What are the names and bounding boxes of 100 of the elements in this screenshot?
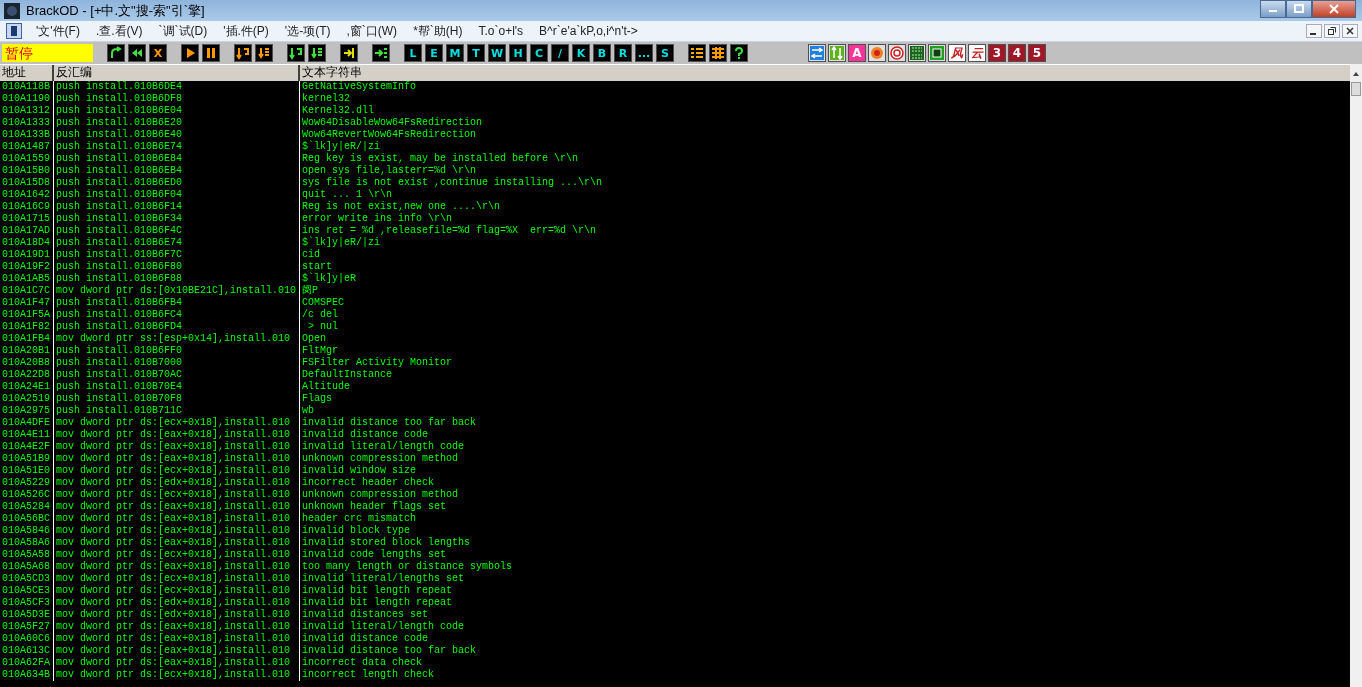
close-button[interactable] bbox=[1342, 24, 1358, 38]
address-cell: 010A22D8 bbox=[0, 369, 54, 381]
disassembly-cell: mov dword ptr ds:[ecx+0x18],install.010 bbox=[54, 489, 300, 501]
rewind-button[interactable] bbox=[128, 44, 146, 62]
toolbar-button[interactable]: E bbox=[425, 44, 443, 62]
menu-item[interactable]: T.o`o+l's bbox=[470, 24, 532, 38]
column-header[interactable]: 反汇编 bbox=[54, 65, 300, 81]
maximize-button[interactable] bbox=[1286, 0, 1312, 18]
target-button[interactable] bbox=[888, 44, 906, 62]
scrollbar[interactable] bbox=[1350, 64, 1362, 687]
address-cell: 010A51B9 bbox=[0, 453, 54, 465]
restore-button[interactable] bbox=[1324, 24, 1340, 38]
menu-item[interactable]: '选-项(T) bbox=[276, 22, 339, 40]
disassembly-cell: push install.010B6F80 bbox=[54, 261, 300, 273]
address-cell: 010A5A58 bbox=[0, 549, 54, 561]
toolbar-button[interactable]: X bbox=[149, 44, 167, 62]
toolbar-button[interactable]: T bbox=[467, 44, 485, 62]
return-arrow-button[interactable] bbox=[340, 44, 358, 62]
toolbar-button[interactable]: H bbox=[509, 44, 527, 62]
address-cell: 010A5CE3 bbox=[0, 585, 54, 597]
address-cell: 010A60C6 bbox=[0, 633, 54, 645]
close-button[interactable] bbox=[1312, 0, 1356, 18]
step-arrow-icon bbox=[289, 46, 303, 60]
address-cell: 010A4E11 bbox=[0, 429, 54, 441]
curved-arrow-button[interactable] bbox=[107, 44, 125, 62]
string-cell-text: Reg key is exist, may be installed before \r\n bbox=[301, 153, 580, 165]
menu-item[interactable]: *帮`助(H) bbox=[405, 22, 471, 40]
restore-icon bbox=[1328, 27, 1336, 35]
toolbar-button[interactable]: 3 bbox=[988, 44, 1006, 62]
scrollbar-thumb[interactable] bbox=[1351, 82, 1361, 96]
toolbar-button[interactable]: 云 bbox=[968, 44, 986, 62]
disassembly-cell: mov dword ptr ds:[edx+0x18],install.010 bbox=[54, 597, 300, 609]
step-arrow-icon bbox=[257, 46, 271, 60]
toolbar-button[interactable]: B bbox=[593, 44, 611, 62]
up-down-arrows-button[interactable] bbox=[828, 44, 846, 62]
toolbar-button[interactable]: C bbox=[530, 44, 548, 62]
binary-icon bbox=[910, 46, 924, 60]
string-cell-text: unknown compression method bbox=[301, 453, 460, 465]
binary-button[interactable] bbox=[908, 44, 926, 62]
string-cell-text: Flags bbox=[301, 393, 333, 405]
toolbar-button[interactable]: ... bbox=[635, 44, 653, 62]
menu-item[interactable]: '文'件(F) bbox=[28, 22, 88, 40]
column-header[interactable]: 文本字符串 bbox=[300, 65, 1350, 81]
step-arrow-button[interactable] bbox=[234, 44, 252, 62]
address-cell: 010A1190 bbox=[0, 93, 54, 105]
string-cell-text: unknown compression method bbox=[301, 489, 460, 501]
string-cell-text: incorrect header check bbox=[301, 477, 436, 489]
disassembly-cell: mov dword ptr ds:[eax+0x18],install.010 bbox=[54, 657, 300, 669]
step-arrow-button[interactable] bbox=[255, 44, 273, 62]
menu-item[interactable]: '插.件(P) bbox=[215, 22, 277, 40]
column-header[interactable]: 地址 bbox=[0, 65, 54, 81]
record-button[interactable] bbox=[868, 44, 886, 62]
disassembly-cell: mov dword ptr ds:[eax+0x18],install.010 bbox=[54, 525, 300, 537]
step-arrow-icon bbox=[310, 46, 324, 60]
step-arrow-button[interactable] bbox=[308, 44, 326, 62]
toolbar-button[interactable]: W bbox=[488, 44, 506, 62]
disassembly-cell: mov dword ptr ds:[eax+0x18],install.010 bbox=[54, 501, 300, 513]
close-icon bbox=[1346, 27, 1354, 35]
menu-item[interactable]: `调`试(D) bbox=[150, 22, 216, 40]
toolbar-button[interactable]: L bbox=[404, 44, 422, 62]
target-icon bbox=[890, 46, 904, 60]
address-cell: 010A19D1 bbox=[0, 249, 54, 261]
address-cell: 010A118B bbox=[0, 81, 54, 93]
string-cell-text: Reg is not exist,new one ....\r\n bbox=[301, 201, 502, 213]
toolbar-button[interactable]: 4 bbox=[1008, 44, 1026, 62]
minimize-button[interactable] bbox=[1306, 24, 1322, 38]
chip-button[interactable] bbox=[928, 44, 946, 62]
toolbar-button[interactable]: K bbox=[572, 44, 590, 62]
toolbar-button[interactable]: R bbox=[614, 44, 632, 62]
grid-button[interactable] bbox=[709, 44, 727, 62]
help-button[interactable] bbox=[730, 44, 748, 62]
disassembly-cell: mov dword ptr ds:[eax+0x18],install.010 bbox=[54, 513, 300, 525]
string-cell-text: cid bbox=[301, 249, 321, 261]
toolbar-button[interactable]: / bbox=[551, 44, 569, 62]
address-cell: 010A2519 bbox=[0, 393, 54, 405]
arrow-right-button[interactable] bbox=[372, 44, 390, 62]
pause-button[interactable] bbox=[202, 44, 220, 62]
menu-item[interactable]: .查.看(V) bbox=[87, 22, 151, 40]
step-arrow-button[interactable] bbox=[287, 44, 305, 62]
toolbar-button[interactable]: M bbox=[446, 44, 464, 62]
disassembly-cell: push install.010B6F34 bbox=[54, 213, 300, 225]
return-arrow-icon bbox=[342, 46, 356, 60]
list-button[interactable] bbox=[688, 44, 706, 62]
toolbar-button[interactable]: 风 bbox=[948, 44, 966, 62]
disassembly-cell: mov dword ptr ds:[ecx+0x18],install.010 bbox=[54, 417, 300, 429]
disassembly-cell: push install.010B6F14 bbox=[54, 201, 300, 213]
toolbar-button[interactable]: 5 bbox=[1028, 44, 1046, 62]
toolbar-button[interactable]: S bbox=[656, 44, 674, 62]
string-cell-text: open sys file,lasterr=%d \r\n bbox=[301, 165, 478, 177]
disassembly-cell: mov dword ptr ds:[ecx+0x18],install.010 bbox=[54, 549, 300, 561]
address-cell: 010A20B8 bbox=[0, 357, 54, 369]
curved-arrow-icon bbox=[109, 46, 123, 60]
menu-item[interactable]: ,窗`口(W) bbox=[338, 22, 406, 40]
play-button[interactable] bbox=[181, 44, 199, 62]
swap-arrows-button[interactable] bbox=[808, 44, 826, 62]
string-cell-text: DefaultInstance bbox=[301, 369, 393, 381]
minimize-button[interactable] bbox=[1260, 0, 1286, 18]
swap-arrows-icon bbox=[810, 46, 824, 60]
string-cell-text: GetNativeSystemInfo bbox=[301, 81, 418, 93]
menu-item[interactable]: B^r`e'a`kP,o,i^n't-> bbox=[531, 24, 646, 38]
